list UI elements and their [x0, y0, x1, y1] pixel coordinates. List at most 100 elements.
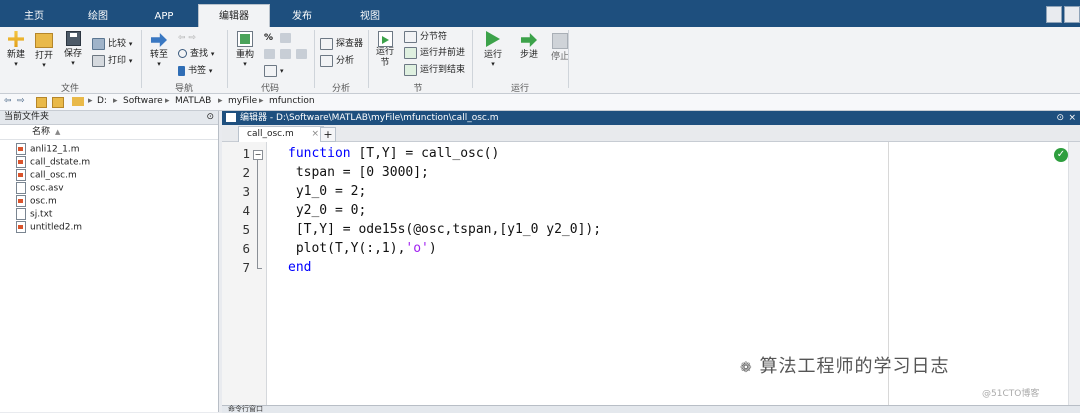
stop-label: 停止 [550, 52, 569, 62]
analyze-button[interactable]: 分析 [320, 54, 354, 68]
compare-button[interactable]: 比较 ▾ [92, 37, 132, 51]
vertical-scrollbar[interactable] [1068, 142, 1080, 412]
watermark-sub: @51CTO博客 [982, 389, 1040, 399]
panel-menu-icon[interactable]: ⊙ [206, 111, 214, 124]
code-line[interactable]: [T,Y] = ode15s(@osc,tspan,[y1_0 y2_0]); [288, 222, 601, 237]
breadcrumb-item[interactable]: D: [97, 96, 107, 106]
code-line[interactable]: y2_0 = 0; [288, 203, 366, 218]
list-item[interactable]: call_dstate.m [16, 156, 90, 169]
open-label: 打开 [34, 51, 53, 61]
fold-toggle-icon[interactable]: − [253, 150, 263, 160]
breadcrumb-sep: ▸ [88, 96, 93, 106]
close-icon[interactable]: × [1068, 111, 1076, 125]
editor-tabs: call_osc.m × + [222, 125, 1080, 142]
list-item[interactable]: osc.asv [16, 182, 64, 195]
run-button[interactable]: 运行 ▾ [479, 31, 507, 68]
browse-folder-icon[interactable] [52, 97, 64, 108]
chevron-down-icon: ▾ [42, 61, 46, 69]
save-layout-icon[interactable] [1046, 6, 1062, 23]
refactor-icon [237, 31, 253, 47]
minimize-ribbon-icon[interactable] [1064, 6, 1080, 23]
indent-left-button[interactable] [264, 47, 278, 61]
back-forward-icon: ⇦ ⇨ [178, 33, 196, 43]
sort-asc-icon: ▲ [55, 128, 61, 136]
save-label: 保存 [63, 49, 82, 59]
tab-label: call_osc.m [247, 129, 294, 139]
compare-icon [92, 37, 105, 50]
folder-icon [72, 97, 84, 106]
new-button[interactable]: 新建 ▾ [4, 31, 28, 68]
code-line[interactable]: function [T,Y] = call_osc() [288, 146, 499, 161]
editor-menu-icon[interactable]: ⊙ [1056, 111, 1064, 125]
code-group-label: 代码 [260, 84, 279, 94]
bookmark-button[interactable]: 书签 ▾ [178, 64, 212, 78]
uncomment-button[interactable] [280, 31, 294, 45]
tab-view[interactable]: 视图 [346, 6, 394, 27]
breadcrumb-item[interactable]: Software [123, 96, 163, 106]
breadcrumb-item[interactable]: mfunction [269, 96, 315, 106]
tab-publish[interactable]: 发布 [278, 6, 326, 27]
current-folder-panel: 当前文件夹 ⊙ 名称 ▲ anli12_1.m call_dstate.m ca… [0, 111, 219, 412]
comment-button[interactable]: % [264, 31, 273, 45]
column-header[interactable]: 名称 ▲ [0, 125, 218, 140]
list-item[interactable]: anli12_1.m [16, 143, 80, 156]
editor-title-bar: 编辑器 - D:\Software\MATLAB\myFile\mfunctio… [222, 111, 1080, 125]
tab-call-osc[interactable]: call_osc.m × [238, 126, 324, 142]
close-tab-icon[interactable]: × [311, 127, 319, 142]
check-ok-icon[interactable]: ✓ [1054, 148, 1068, 162]
run-to-end-button[interactable]: 运行到结束 [404, 63, 465, 77]
step-button[interactable]: 步进 [515, 31, 543, 60]
code-line[interactable]: plot(T,Y(:,1),'o') [288, 241, 437, 256]
code-line[interactable]: tspan = [0 3000]; [288, 165, 429, 180]
run-section-button[interactable]: 运行节 [372, 31, 398, 69]
stop-button[interactable]: 停止 [546, 31, 574, 62]
indent-left-icon [264, 48, 275, 59]
breadcrumb-item[interactable]: MATLAB [175, 96, 211, 106]
run-and-advance-button[interactable]: 运行并前进 [404, 46, 465, 60]
line-number: 6 [242, 241, 250, 256]
run-to-end-icon [404, 63, 417, 76]
section-break-button[interactable]: 分节符 [404, 30, 447, 44]
refactor-button[interactable]: 重构 ▾ [232, 31, 258, 68]
tab-apps[interactable]: APP [140, 6, 188, 27]
goto-button[interactable]: 转至 ▾ [146, 31, 172, 68]
back-icon[interactable]: ⇦ [4, 96, 12, 106]
list-item[interactable]: sj.txt [16, 208, 52, 221]
breadcrumb-sep: ▸ [113, 96, 118, 106]
bookmark-icon [178, 65, 185, 76]
line-number: 4 [242, 203, 250, 218]
open-button[interactable]: 打开 ▾ [32, 31, 56, 69]
forward-icon[interactable]: ⇨ [17, 96, 25, 106]
save-button[interactable]: 保存 ▾ [60, 31, 86, 67]
editor-window: 编辑器 - D:\Software\MATLAB\myFile\mfunctio… [222, 111, 1080, 412]
nav-back-forward[interactable]: ⇦ ⇨ [178, 31, 196, 45]
chevron-down-icon: ▾ [491, 60, 495, 68]
profiler-button[interactable]: 探查器 [320, 37, 363, 51]
group-divider [368, 30, 369, 88]
new-tab-button[interactable]: + [320, 127, 336, 142]
panel-title: 当前文件夹 [4, 112, 50, 122]
m-file-icon [16, 195, 26, 207]
smart-indent-button[interactable] [296, 47, 310, 61]
up-folder-icon[interactable] [36, 97, 47, 108]
print-button[interactable]: 打印 ▾ [92, 54, 132, 68]
breadcrumb-item[interactable]: myFile [228, 96, 257, 106]
fx-icon [264, 64, 277, 77]
indent-right-button[interactable] [280, 47, 294, 61]
code-line[interactable]: end [288, 260, 311, 275]
line-number-gutter: 1 − 2 3 4 5 6 7 [222, 142, 267, 412]
fx-button[interactable]: ▾ [264, 64, 284, 78]
tab-plots[interactable]: 绘图 [74, 6, 122, 27]
tab-editor[interactable]: 编辑器 [198, 4, 270, 28]
list-item[interactable]: untitled2.m [16, 221, 82, 234]
chevron-down-icon: ▾ [71, 59, 75, 67]
code-line[interactable]: y1_0 = 2; [288, 184, 366, 199]
breadcrumb-sep: ▸ [259, 96, 264, 106]
wechat-icon: ❁ [740, 360, 753, 376]
list-item[interactable]: call_osc.m [16, 169, 77, 182]
tab-home[interactable]: 主页 [10, 6, 58, 27]
list-item[interactable]: osc.m [16, 195, 57, 208]
find-button[interactable]: 查找 ▾ [178, 47, 214, 61]
group-divider [472, 30, 473, 88]
goto-label: 转至 [149, 50, 168, 60]
